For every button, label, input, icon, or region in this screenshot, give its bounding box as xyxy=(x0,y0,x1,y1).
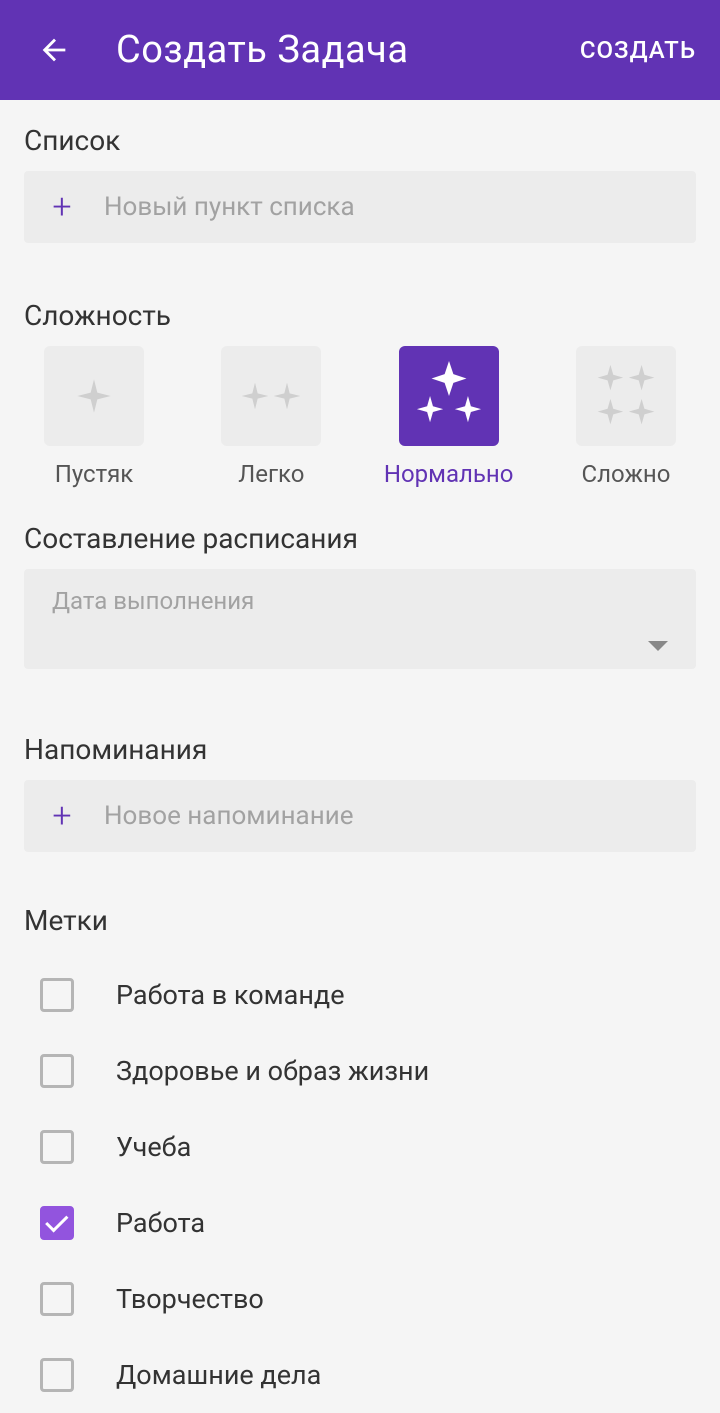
difficulty-trivial[interactable]: Пустяк xyxy=(24,346,164,488)
tag-label: Домашние дела xyxy=(116,1359,321,1391)
checkbox[interactable] xyxy=(40,978,74,1012)
tag-row-study[interactable]: Учеба xyxy=(24,1109,696,1185)
plus-icon: + xyxy=(44,796,80,836)
back-button[interactable] xyxy=(34,30,74,70)
create-button[interactable]: СОЗДАТЬ xyxy=(580,36,696,64)
difficulty-box xyxy=(44,346,144,446)
difficulty-label: Сложно xyxy=(582,460,671,488)
checkbox[interactable] xyxy=(40,1054,74,1088)
tag-label: Работа xyxy=(116,1207,205,1239)
arrow-left-icon xyxy=(37,33,71,67)
sparkle-icon xyxy=(239,376,303,416)
difficulty-row: Пустяк Легко Нормально xyxy=(24,346,696,488)
tag-row-creativity[interactable]: Творчество xyxy=(24,1261,696,1337)
difficulty-hard[interactable]: Сложно xyxy=(556,346,696,488)
reminders-section-label: Напоминания xyxy=(24,733,696,766)
schedule-section-label: Составление расписания xyxy=(24,522,696,555)
sparkle-icon xyxy=(74,376,114,416)
app-header: Создать Задача СОЗДАТЬ xyxy=(0,0,720,100)
tag-label: Учеба xyxy=(116,1131,191,1163)
list-item-placeholder: Новый пункт списка xyxy=(104,192,355,222)
list-section-label: Список xyxy=(24,124,696,157)
checkbox[interactable] xyxy=(40,1206,74,1240)
due-date-placeholder: Дата выполнения xyxy=(52,587,254,615)
difficulty-medium[interactable]: Нормально xyxy=(379,346,519,488)
difficulty-label: Пустяк xyxy=(55,460,134,488)
tag-row-work[interactable]: Работа xyxy=(24,1185,696,1261)
tags-section-label: Метки xyxy=(24,904,696,937)
difficulty-label: Легко xyxy=(238,460,304,488)
checkbox[interactable] xyxy=(40,1130,74,1164)
add-reminder-row[interactable]: + Новое напоминание xyxy=(24,780,696,852)
difficulty-box xyxy=(576,346,676,446)
sparkle-icon xyxy=(414,361,484,431)
tag-label: Творчество xyxy=(116,1283,264,1315)
difficulty-easy[interactable]: Легко xyxy=(201,346,341,488)
due-date-selector[interactable]: Дата выполнения xyxy=(24,569,696,669)
tag-label: Здоровье и образ жизни xyxy=(116,1055,429,1087)
tags-list: Работа в команде Здоровье и образ жизни … xyxy=(24,957,696,1413)
page-title: Создать Задача xyxy=(116,28,580,72)
checkbox[interactable] xyxy=(40,1282,74,1316)
plus-icon: + xyxy=(44,187,80,227)
difficulty-section-label: Сложность xyxy=(24,299,696,332)
difficulty-label: Нормально xyxy=(384,460,514,488)
tag-row-chores[interactable]: Домашние дела xyxy=(24,1337,696,1413)
difficulty-box xyxy=(221,346,321,446)
chevron-down-icon xyxy=(648,641,668,651)
difficulty-box xyxy=(399,346,499,446)
sparkle-icon xyxy=(592,362,660,430)
reminder-placeholder: Новое напоминание xyxy=(104,801,354,831)
checkbox[interactable] xyxy=(40,1358,74,1392)
tag-label: Работа в команде xyxy=(116,979,345,1011)
tag-row-health[interactable]: Здоровье и образ жизни xyxy=(24,1033,696,1109)
add-list-item-row[interactable]: + Новый пункт списка xyxy=(24,171,696,243)
content: Список + Новый пункт списка Сложность Пу… xyxy=(0,100,720,1413)
tag-row-teamwork[interactable]: Работа в команде xyxy=(24,957,696,1033)
